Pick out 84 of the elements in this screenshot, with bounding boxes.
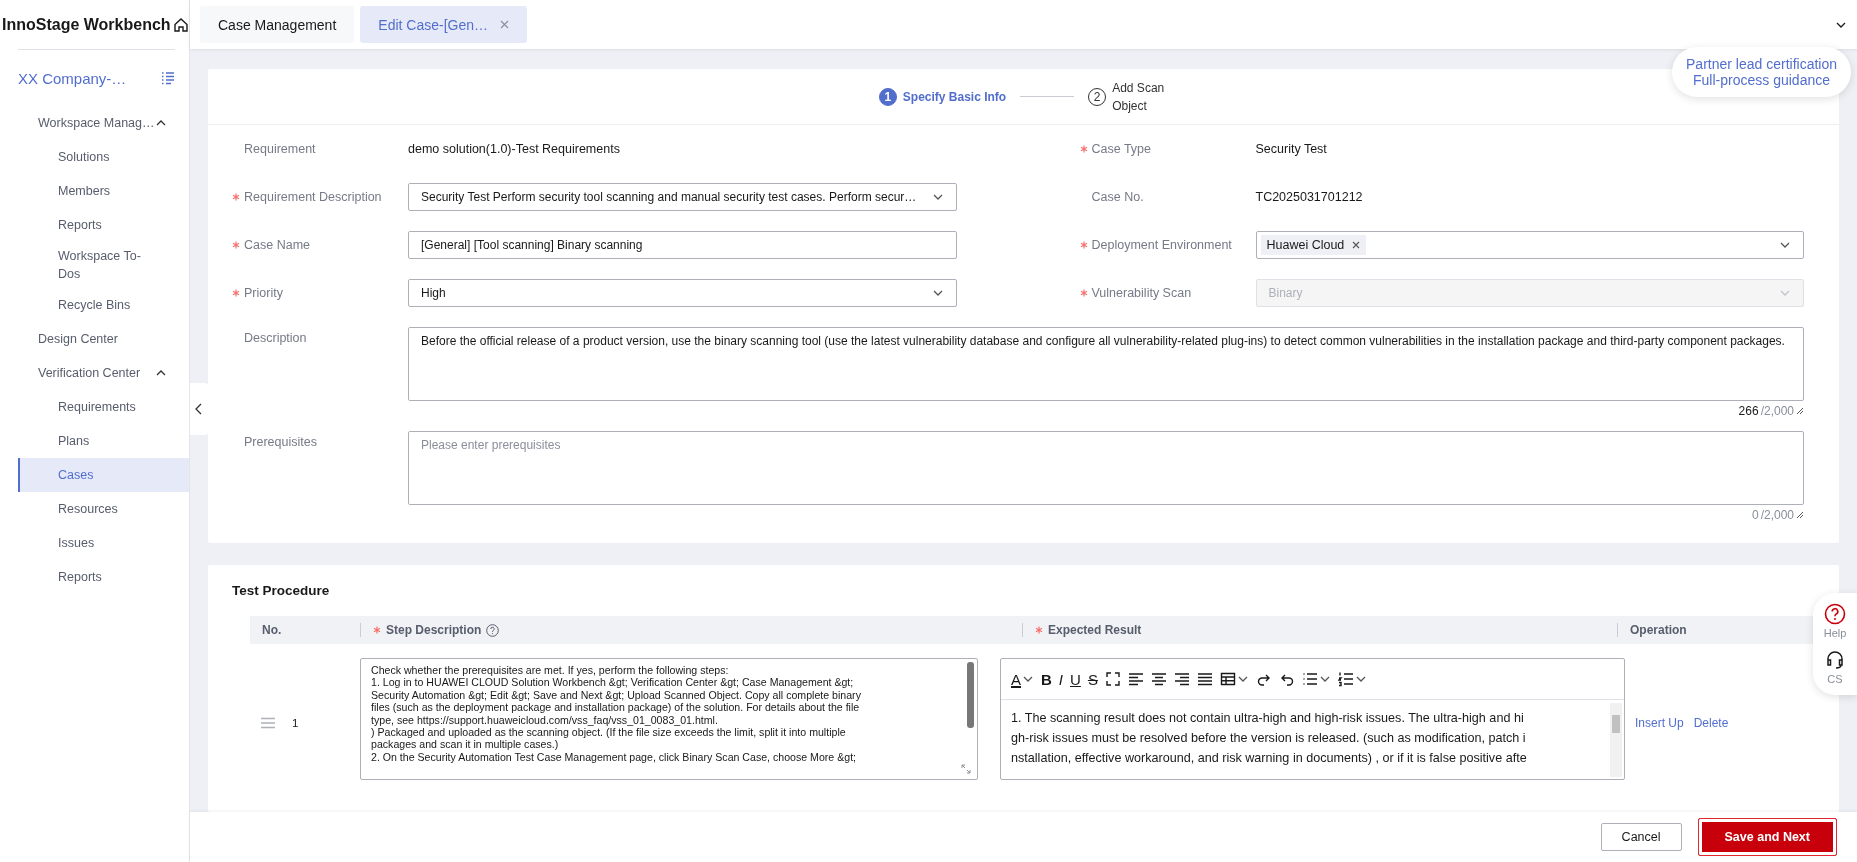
field-value: demo solution(1.0)-Test Requirements (408, 142, 621, 156)
scrollbar[interactable] (1610, 703, 1622, 777)
field-label: Deployment Environment (1091, 238, 1232, 252)
guidance-bubble[interactable]: Partner lead certification Full-process guidance (1672, 47, 1851, 97)
sidebar-item[interactable]: Verification Center (18, 356, 189, 390)
sidebar-item[interactable]: Workspace To-Dos (18, 242, 189, 288)
section-title: Test Procedure (232, 583, 331, 598)
field-label: Prerequisites (244, 435, 317, 449)
strike-button[interactable]: S (1087, 670, 1098, 688)
fullscreen-icon[interactable] (1104, 671, 1121, 687)
align-left-icon[interactable] (1127, 671, 1144, 687)
column-header: Operation (1630, 623, 1687, 637)
field-label: Description (244, 331, 307, 345)
resize-icon (1796, 407, 1804, 415)
home-icon[interactable] (172, 16, 189, 33)
align-center-icon[interactable] (1150, 671, 1167, 687)
scrollbar[interactable] (967, 662, 974, 728)
drag-handle-icon[interactable] (260, 717, 276, 729)
action-link[interactable]: Insert Up (1635, 716, 1684, 730)
close-icon[interactable] (500, 20, 509, 29)
sidebar-item[interactable]: Resources (18, 492, 189, 526)
resize-icon (1796, 511, 1804, 519)
multi-select-field[interactable]: Huawei Cloud (1255, 231, 1804, 259)
chevron-left-icon (194, 402, 204, 416)
sidebar-item[interactable]: Cases (18, 458, 189, 492)
row-number: 1 (292, 717, 299, 729)
char-limit: /2,000 (1760, 404, 1794, 418)
save-button[interactable]: Save and Next (1697, 818, 1837, 856)
tab[interactable]: Edit Case-[Gen… (360, 6, 527, 43)
headset-icon (1824, 649, 1846, 671)
text-area[interactable]: Check whether the prerequisites are met. If yes, perform the following steps: 1. Log in to HUAWEI CLOUD Solution Workbench &gt; Verification Center &gt; Case Management &gt; Security Automation &gt; Edit &gt; Save and Next &gt; Upload Scanned Object. Copy all complete binary files (such as the deployment package and installation package) of the solution. For details about the file type, see https://support.huaweicloud.com/vss_faq/vss_01_0083_01.html. ) Packaged and uploaded as the scanning object. (If the file size exceeds the limit, split it into multiple packages and scan it in multiple cases.) 2. On the Security Automation Test Case Management page, click Binary Scan Case, choose More &gt; (360, 658, 978, 780)
resize-icon (961, 764, 971, 774)
help-icon (1824, 603, 1846, 625)
workspace-name[interactable]: XX Company-… (18, 69, 127, 87)
sidebar-item[interactable]: Reports (18, 208, 189, 242)
field-label: Case Type (1091, 142, 1152, 156)
input-field[interactable]: [General] [Tool scanning] Binary scanning (408, 231, 957, 259)
step-number: 1 (878, 87, 897, 106)
sidebar-item[interactable]: Reports (18, 560, 189, 594)
bold-button[interactable]: B (1041, 670, 1052, 688)
sidebar-item[interactable]: Requirements (18, 390, 189, 424)
sidebar-item[interactable]: Workspace Manag… (18, 106, 189, 140)
sidebar-item[interactable]: Plans (18, 424, 189, 458)
select-field[interactable]: High (408, 279, 957, 307)
field-label: Case No. (1091, 190, 1144, 204)
sidebar-item[interactable]: Design Center (18, 322, 189, 356)
char-limit: /2,000 (1760, 508, 1794, 522)
close-icon[interactable] (1352, 241, 1361, 249)
field-label: Case Name (244, 238, 310, 252)
justify-icon[interactable] (1196, 671, 1213, 687)
char-count: 266 (1738, 404, 1759, 418)
field-label: Requirement Description (244, 190, 382, 204)
cancel-button[interactable]: Cancel (1600, 823, 1682, 851)
align-right-icon[interactable] (1173, 671, 1190, 687)
table-icon[interactable] (1219, 671, 1236, 687)
text-area[interactable]: Before the official release of a product version, use the binary scanning tool (use the latest vulnerability database and configure all vulnerability-related plug-ins) to detect common vulnerabilities in the installation package and third-party component packages. (408, 327, 1804, 401)
field-value: TC2025031701212 (1255, 190, 1364, 204)
field-value: Security Test (1255, 142, 1328, 156)
tag: Huawei Cloud (1260, 235, 1367, 255)
column-header: No. (262, 623, 282, 637)
numbering-icon[interactable] (1337, 671, 1354, 687)
underline-button[interactable]: U (1070, 670, 1081, 688)
sidebar-item[interactable]: Members (18, 174, 189, 208)
field-label: Priority (244, 286, 283, 300)
font-color-button[interactable]: A (1011, 670, 1021, 688)
action-link[interactable]: Delete (1693, 716, 1729, 730)
bullets-icon[interactable] (1301, 671, 1318, 687)
step-label: Add Scan Object (1112, 79, 1166, 115)
italic-button[interactable]: I (1058, 670, 1064, 688)
app-title: InnoStage Workbench (2, 15, 171, 34)
step-label: Specify Basic Info (902, 88, 1007, 106)
char-count: 0 (1751, 508, 1759, 522)
field-label: Vulnerability Scan (1091, 286, 1192, 300)
field-label: Requirement (244, 142, 316, 156)
column-header: Step Description (386, 623, 482, 637)
sidebar-item[interactable]: Recycle Bins (18, 288, 189, 322)
select-field[interactable]: Security Test Perform security tool scanning and manual security test cases. Perform secur… (408, 183, 957, 211)
column-header: Expected Result (1048, 623, 1142, 637)
list-icon[interactable] (161, 71, 175, 85)
rich-text-editor[interactable]: A B I U S 1. The scanning result does not contain ultra-high and high-risk issues. The ultra-high and hi gh-risk issues must be resolved before the version is released. (such as modification, patch i nstallation, effective workaround, and risk warning in documents) , or if it is false positive afte (1000, 658, 1625, 780)
sidebar-item[interactable]: Issues (18, 526, 189, 560)
tab[interactable]: Case Management (200, 6, 355, 43)
sidebar-item[interactable]: Solutions (18, 140, 189, 174)
help-icon[interactable] (486, 623, 500, 637)
